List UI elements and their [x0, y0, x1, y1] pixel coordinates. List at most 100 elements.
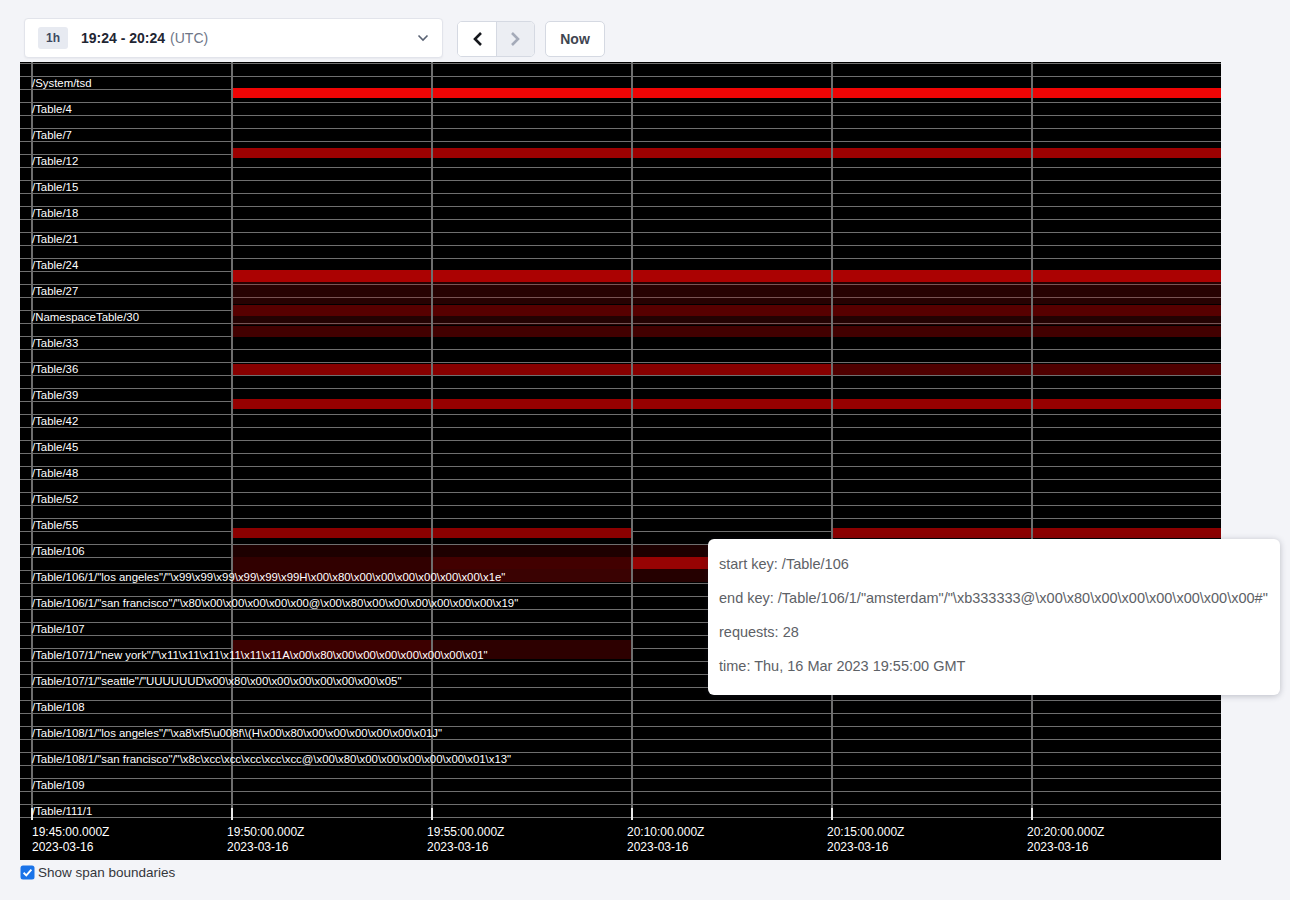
span-boundary-line [20, 232, 1221, 233]
span-boundary-line [20, 349, 1221, 350]
show-span-boundaries-checkbox[interactable] [20, 865, 35, 880]
x-axis-label: 19:50:00.000Z 2023-03-16 [227, 825, 304, 855]
span-boundary-line [20, 414, 1221, 415]
span-boundary-line [20, 804, 1221, 805]
row-label: /Table/108/1/"san francisco"/"\x8c\xcc\x… [32, 754, 511, 765]
span-boundary-line [20, 700, 1221, 701]
prev-range-button[interactable] [458, 22, 496, 56]
span-boundary-line [20, 492, 1221, 493]
x-axis-label: 20:10:00.000Z 2023-03-16 [627, 825, 704, 855]
row-label: /Table/7 [32, 130, 72, 141]
row-label: /Table/52 [32, 494, 78, 505]
now-button[interactable]: Now [545, 21, 605, 57]
row-label: /Table/45 [32, 442, 78, 453]
next-range-button[interactable] [496, 22, 534, 56]
row-label: /Table/55 [32, 520, 78, 531]
span-boundary-line [20, 258, 1221, 259]
heat-band [231, 364, 831, 375]
row-label: /Table/108/1/"los angeles"/"\xa8\xf5\u00… [32, 728, 442, 739]
time-gridline [631, 62, 633, 820]
time-gridline [831, 62, 833, 820]
row-label: /Table/21 [32, 234, 78, 245]
span-boundary-line [20, 206, 1221, 207]
row-label: /Table/107 [32, 624, 85, 635]
span-boundary-line [20, 245, 1221, 246]
span-boundary-line [20, 102, 1221, 103]
span-boundary-line [20, 128, 1221, 129]
row-label: /Table/12 [32, 156, 78, 167]
heat-band [831, 528, 1221, 538]
row-label: /Table/109 [32, 780, 85, 791]
span-boundary-line [20, 180, 1221, 181]
span-boundary-line [20, 115, 1221, 116]
row-label: /Table/4 [32, 104, 72, 115]
row-label: /Table/27 [32, 286, 78, 297]
range-nav-group [457, 21, 535, 57]
range-label: 19:24 - 20:24 [81, 30, 165, 46]
span-boundaries-control: Show span boundaries [20, 865, 175, 880]
row-label: /Table/33 [32, 338, 78, 349]
axis-tick [631, 808, 633, 820]
checkbox-checked-icon [20, 865, 35, 880]
row-label: /Table/42 [32, 416, 78, 427]
chevron-right-icon [510, 31, 521, 47]
heat-band [231, 88, 1221, 99]
span-boundary-line [20, 505, 1221, 506]
span-boundary-line [20, 167, 1221, 168]
row-label: /Table/48 [32, 468, 78, 479]
tooltip-end-key: end key: /Table/106/1/"amsterdam"/"\xb33… [719, 581, 1280, 615]
span-boundary-line [20, 193, 1221, 194]
row-label: /Table/18 [32, 208, 78, 219]
axis-tick [1031, 808, 1033, 820]
span-boundary-line [20, 375, 1221, 376]
span-boundary-line [20, 713, 1221, 714]
span-boundary-line [20, 479, 1221, 480]
show-span-boundaries-label: Show span boundaries [38, 865, 175, 880]
row-label: /System/tsd [32, 78, 92, 89]
axis-tick [831, 808, 833, 820]
heat-band [431, 557, 631, 569]
span-boundary-line [20, 219, 1221, 220]
axis-tick [231, 808, 233, 820]
row-label: /Table/39 [32, 390, 78, 401]
heat-band [231, 316, 1221, 325]
heat-band [231, 270, 1221, 282]
heat-band [231, 399, 1221, 410]
row-label: /Table/36 [32, 364, 78, 375]
x-axis-label: 20:20:00.000Z 2023-03-16 [1027, 825, 1104, 855]
x-axis-label: 20:15:00.000Z 2023-03-16 [827, 825, 904, 855]
heat-band [231, 148, 1221, 158]
span-boundary-line [20, 388, 1221, 389]
heat-band [231, 305, 1221, 317]
key-visualizer-canvas[interactable]: /System/tsd/Table/4/Table/7/Table/12/Tab… [20, 62, 1221, 860]
row-label: /Table/106/1/"los angeles"/"\x99\x99\x99… [32, 572, 505, 583]
heat-band [631, 569, 710, 582]
time-gridline [1031, 62, 1033, 820]
tooltip-requests: requests: 28 [719, 615, 1280, 649]
span-boundary-line [20, 518, 1221, 519]
span-boundary-line [20, 791, 1221, 792]
time-gridline [231, 62, 233, 820]
time-range-selector[interactable]: 1h 19:24 - 20:24 (UTC) [24, 18, 443, 58]
span-boundary-line [20, 440, 1221, 441]
row-label: /Table/108 [32, 702, 85, 713]
row-label: /Table/15 [32, 182, 78, 193]
row-label: /Table/106 [32, 546, 85, 557]
span-boundary-line [20, 76, 1221, 77]
axis-tick [431, 808, 433, 820]
span-tooltip: start key: /Table/106 end key: /Table/10… [708, 539, 1280, 695]
range-utc-suffix: (UTC) [170, 30, 208, 46]
x-axis-label: 19:55:00.000Z 2023-03-16 [427, 825, 504, 855]
heat-band [631, 557, 710, 569]
span-boundary-line [20, 778, 1221, 779]
time-gridline [431, 62, 433, 820]
x-axis-label: 19:45:00.000Z 2023-03-16 [32, 825, 109, 855]
tooltip-start-key: start key: /Table/106 [719, 547, 1280, 581]
row-label: /Table/107/1/"seattle"/"UUUUUUD\x00\x80\… [32, 676, 401, 687]
heat-band [231, 282, 1221, 304]
range-duration-badge: 1h [38, 27, 68, 49]
span-boundary-line [20, 817, 1221, 818]
chevron-left-icon [472, 31, 483, 47]
row-label: /NamespaceTable/30 [32, 312, 139, 323]
span-boundary-line [20, 141, 1221, 142]
